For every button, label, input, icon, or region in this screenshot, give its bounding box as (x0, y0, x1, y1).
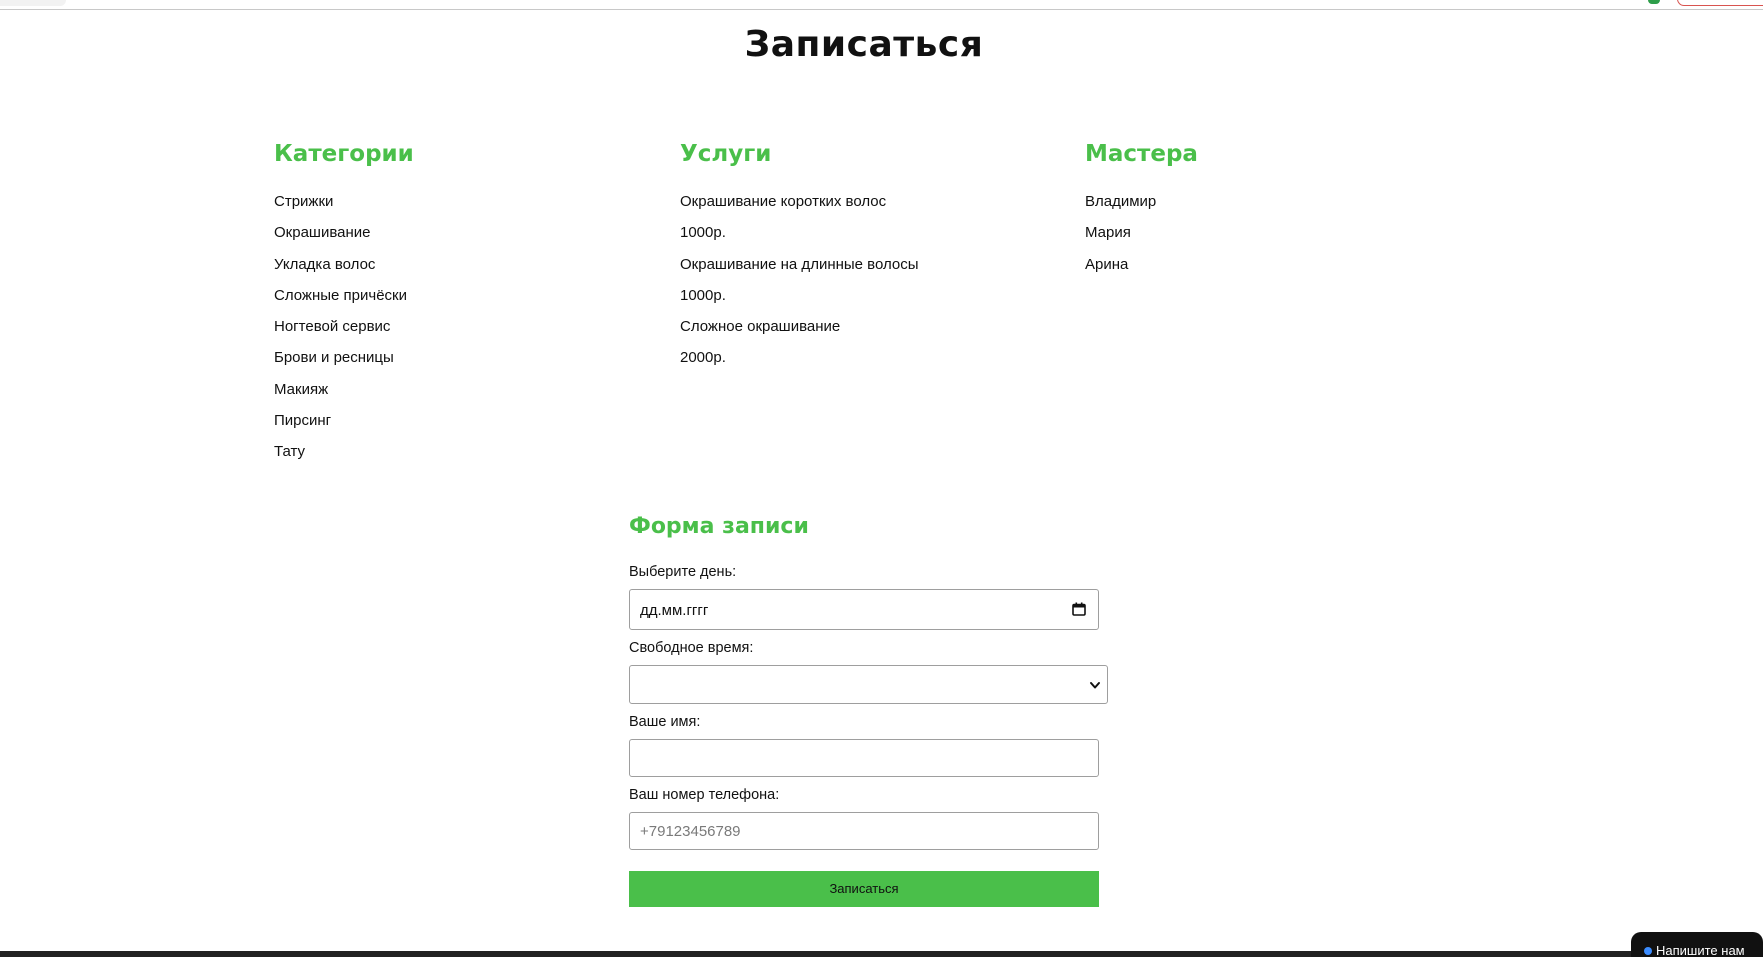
masters-list: Владимир Мария Арина (1085, 186, 1198, 280)
phone-input[interactable]: +79123456789 (629, 812, 1099, 850)
master-item[interactable]: Мария (1085, 217, 1198, 248)
category-item[interactable]: Ногтевой сервис (274, 311, 414, 342)
category-item[interactable]: Стрижки (274, 186, 414, 217)
category-item[interactable]: Пирсинг (274, 405, 414, 436)
browser-action-button[interactable] (1677, 0, 1763, 6)
category-item[interactable]: Макияж (274, 374, 414, 405)
form-heading: Форма записи (629, 514, 809, 539)
category-item[interactable]: Тату (274, 436, 414, 467)
categories-heading: Категории (274, 141, 414, 167)
time-label: Свободное время: (629, 640, 754, 656)
category-item[interactable]: Сложные причёски (274, 280, 414, 311)
service-price: 1000р. (680, 224, 726, 242)
service-price: 1000р. (680, 286, 726, 304)
name-input[interactable] (629, 739, 1099, 777)
services-heading: Услуги (680, 141, 772, 167)
phone-label: Ваш номер телефона: (629, 787, 780, 803)
chevron-down-icon (1090, 682, 1100, 689)
submit-button[interactable]: Записаться (629, 871, 1099, 907)
browser-top-strip (0, 0, 1763, 10)
extension-indicator-icon[interactable] (1648, 0, 1660, 4)
service-item[interactable]: Окрашивание на длинные волосы (680, 249, 919, 280)
categories-list: Стрижки Окрашивание Укладка волос Сложны… (274, 186, 414, 468)
services-list: Окрашивание коротких волос 1000р. Окраши… (680, 186, 919, 374)
category-item[interactable]: Укладка волос (274, 249, 414, 280)
chat-dot-icon (1644, 947, 1652, 955)
name-label: Ваше имя: (629, 714, 701, 730)
services-column: Услуги Окрашивание коротких волос 1000р.… (680, 138, 919, 374)
masters-heading: Мастера (1085, 141, 1198, 167)
master-item[interactable]: Арина (1085, 249, 1198, 280)
booking-form: Форма записи Выберите день: дд.мм.гггг С… (629, 510, 1109, 907)
browser-tab-fragment[interactable] (0, 0, 66, 6)
day-date-value: дд.мм.гггг (640, 602, 709, 619)
service-price: 2000р. (680, 349, 726, 367)
chat-widget-label: Напишите нам (1656, 943, 1745, 957)
service-item[interactable]: Окрашивание коротких волос (680, 186, 919, 217)
chat-widget-button[interactable]: Напишите нам (1631, 932, 1763, 957)
category-item[interactable]: Окрашивание (274, 217, 414, 248)
master-item[interactable]: Владимир (1085, 186, 1198, 217)
page-title: Записаться (744, 24, 984, 65)
category-item[interactable]: Брови и ресницы (274, 342, 414, 373)
footer-bar (0, 951, 1763, 957)
time-select[interactable] (629, 665, 1108, 704)
categories-column: Категории Стрижки Окрашивание Укладка во… (274, 138, 414, 468)
day-label: Выберите день: (629, 564, 737, 580)
calendar-icon[interactable] (1072, 602, 1086, 616)
day-date-input[interactable]: дд.мм.гггг (629, 589, 1099, 630)
phone-input-placeholder: +79123456789 (640, 823, 741, 840)
masters-column: Мастера Владимир Мария Арина (1085, 138, 1198, 280)
service-item[interactable]: Сложное окрашивание (680, 311, 919, 342)
